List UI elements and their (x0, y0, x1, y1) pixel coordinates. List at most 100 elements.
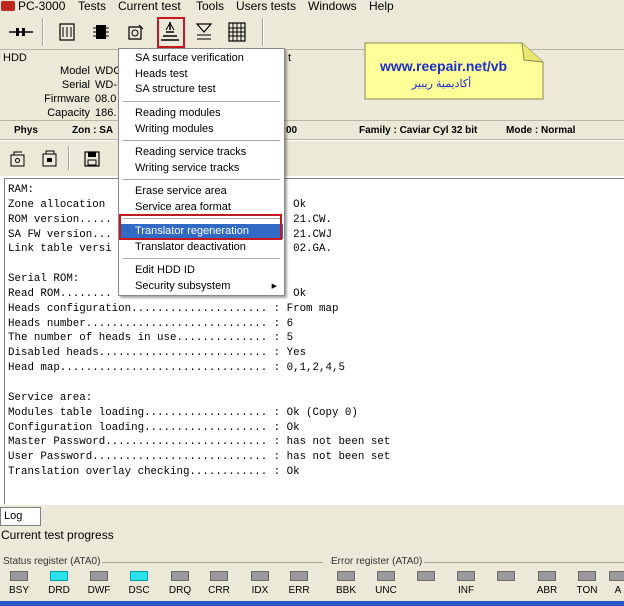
menu-item-service-area-format[interactable]: Service area format (120, 200, 283, 215)
status-register-led-label: CRR (208, 585, 230, 596)
log-line: Head map................................… (8, 362, 345, 375)
tab-log[interactable]: Log (0, 507, 41, 526)
menu-item-sa-structure-test[interactable]: SA structure test (120, 82, 283, 97)
active-toolbar-highlight (157, 17, 185, 48)
sticky-note: www.reepair.net/vb أكاديمية ريبير (364, 42, 544, 100)
menu-item-reading-modules[interactable]: Reading modules (120, 106, 283, 121)
log-line: Configuration loading...................… (8, 421, 300, 434)
status-register-led-label: DRQ (168, 585, 192, 596)
family-label: Family : Caviar Cyl 32 bit (359, 125, 478, 136)
heads-icon[interactable] (189, 18, 219, 46)
floppy-icon[interactable] (82, 149, 102, 169)
current-test-dropdown: SA surface verification Heads test SA st… (118, 48, 285, 296)
menu-item-sa-surface-verification[interactable]: SA surface verification (120, 51, 283, 66)
menu-current-test[interactable]: Current test (118, 0, 181, 12)
menu-item-heads-test[interactable]: Heads test (120, 67, 283, 82)
status-register-led (171, 571, 189, 581)
error-register-led (337, 571, 355, 581)
firmware-label: Firmware (44, 93, 90, 105)
menu-separator (123, 140, 280, 141)
status-register-led-label: ERR (288, 585, 310, 596)
status-register-led (251, 571, 269, 581)
log-line: Translation overlay checking............… (8, 466, 300, 479)
submenu-arrow-icon: ▶ (271, 283, 277, 290)
status-register-led (290, 571, 308, 581)
serial-label: Serial (61, 79, 90, 91)
status-register-led-label: BSY (8, 585, 29, 596)
error-register-led-label: ABR (536, 585, 558, 596)
error-register-led-label: UNC (375, 585, 397, 596)
error-register-led (377, 571, 395, 581)
error-register-led (497, 571, 515, 581)
status-register-led (90, 571, 108, 581)
toolbar-separator (262, 18, 264, 46)
connect-icon[interactable] (6, 18, 36, 46)
error-register-label: Error register (ATA0) (331, 556, 425, 567)
log-line: User Password...........................… (8, 451, 391, 464)
toolbar-separator (68, 146, 70, 170)
status-register-label: Status register (ATA0) (3, 556, 103, 567)
error-register-led (457, 571, 475, 581)
log-line: Service area: (8, 391, 93, 404)
menu-bar: PC-3000 Tests Current test Tools Users t… (0, 0, 624, 14)
serial-value: WD- (95, 79, 117, 91)
error-register-led-label: INF (457, 585, 475, 596)
log-line: The number of heads in use..............… (8, 332, 294, 345)
app-logo-icon (1, 1, 15, 11)
menu-item-edit-hdd-id[interactable]: Edit HDD ID (120, 263, 283, 278)
status-register-led (210, 571, 228, 581)
capacity-value: 186. (95, 107, 117, 119)
menu-pc3000[interactable]: PC-3000 (18, 0, 65, 12)
note-url: www.reepair.net/vb (380, 58, 508, 74)
log-line: Heads configuration.....................… (8, 302, 339, 315)
error-register-led (578, 571, 596, 581)
log-output-area[interactable]: RAM:Zone allocation : OkROM version.....… (4, 178, 624, 504)
status-register-led-label: DWF (87, 585, 111, 596)
status-register-led (10, 571, 28, 581)
zone-label: Zon : SA (72, 125, 114, 136)
menu-item-writing-service-tracks[interactable]: Writing service tracks (120, 161, 283, 176)
menu-windows[interactable]: Windows (308, 0, 357, 12)
toolbar-separator (42, 18, 44, 46)
info-partial: 00 (286, 125, 298, 136)
capacity-label: Capacity (47, 107, 90, 119)
menu-tests[interactable]: Tests (78, 0, 106, 12)
mode-label: Mode : Normal (506, 125, 576, 136)
open-icon[interactable] (8, 149, 28, 169)
status-register-led (50, 571, 68, 581)
menu-item-writing-modules[interactable]: Writing modules (120, 122, 283, 137)
firmware-value: 08.0 (95, 93, 117, 105)
log-line: Master Password.........................… (8, 436, 391, 449)
log-line: Modules table loading...................… (8, 406, 358, 419)
menu-separator (123, 101, 280, 102)
menu-users-tests[interactable]: Users tests (236, 0, 296, 12)
error-register-led-label: A (614, 585, 622, 596)
menu-item-security-subsystem[interactable]: Security subsystem ▶ (120, 279, 283, 294)
status-register-led-label: DRD (48, 585, 70, 596)
disk-icon[interactable] (120, 18, 150, 46)
error-register-led (609, 571, 624, 581)
menu-item-erase-service-area[interactable]: Erase service area (120, 184, 283, 199)
memory-icon[interactable] (52, 18, 82, 46)
error-register-led (417, 571, 435, 581)
menu-separator (123, 258, 280, 259)
status-register-led-label: DSC (128, 585, 150, 596)
error-register-led-label: BBK (335, 585, 356, 596)
menu-item-reading-service-tracks[interactable]: Reading service tracks (120, 145, 283, 160)
menu-item-translator-deactivation[interactable]: Translator deactivation (120, 240, 283, 255)
menu-tools[interactable]: Tools (196, 0, 224, 12)
chip-icon[interactable] (86, 18, 116, 46)
sub-toolbar (0, 141, 624, 176)
hdd-hidden-text: t (288, 52, 292, 64)
grid-icon[interactable] (222, 18, 252, 46)
hdd-panel-title: HDD (3, 52, 27, 64)
drive-info-bar: Phys Zon : SA 00 Family : Caviar Cyl 32 … (0, 120, 624, 140)
menu-item-highlight-frame (119, 214, 282, 240)
save-module-icon[interactable] (40, 149, 60, 169)
taskbar-strip (0, 601, 624, 606)
model-label: Model (60, 65, 90, 77)
menu-separator (123, 179, 280, 180)
menu-help[interactable]: Help (369, 0, 394, 12)
status-register-led-label: IDX (251, 585, 269, 596)
